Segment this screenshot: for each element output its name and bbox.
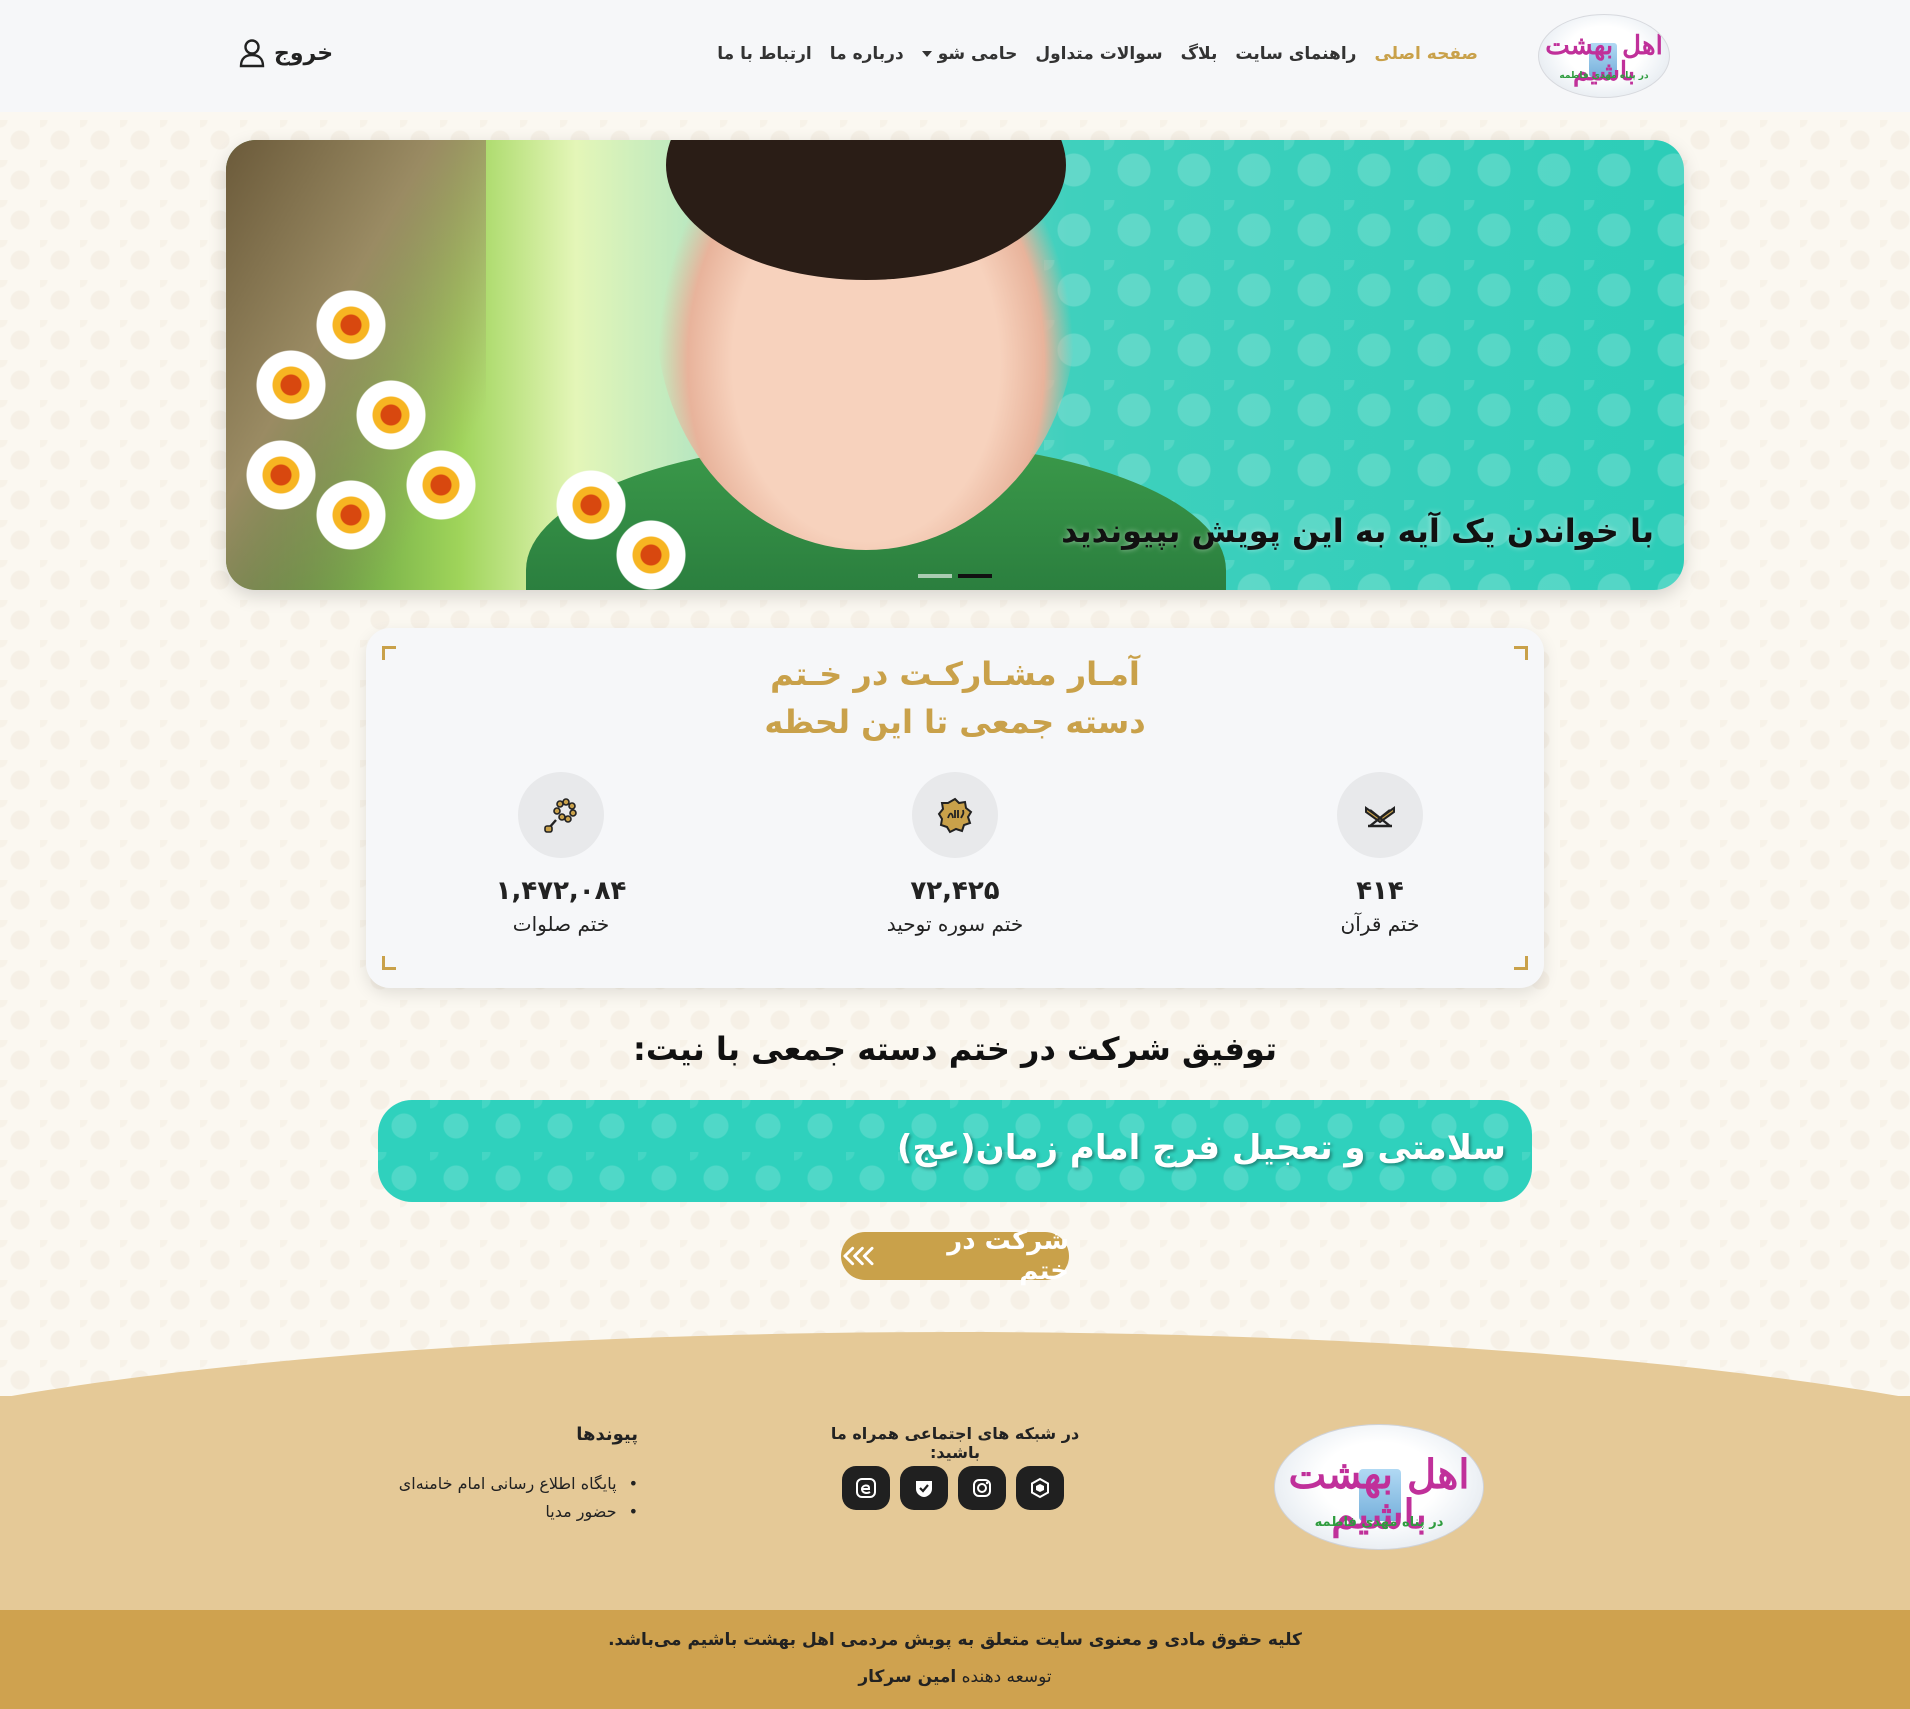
nav-item-contact[interactable]: ارتباط با ما — [717, 44, 812, 64]
logo-subtext: در پناه مهدی فاطمه — [1559, 71, 1649, 81]
logout-label: خروج — [274, 40, 334, 66]
prayer-beads-icon — [544, 798, 577, 833]
nav-item-guide[interactable]: راهنمای سایت — [1235, 44, 1356, 64]
bale-icon — [916, 1481, 932, 1497]
intent-banner: سلامتی و تعجیل فرج امام زمان(عج) — [378, 1100, 1532, 1202]
stat-icon-circle — [518, 772, 604, 858]
instagram-link[interactable] — [958, 1466, 1006, 1510]
narcissus-flower — [246, 440, 316, 510]
instagram-icon — [973, 1479, 991, 1497]
stats-card: آمـار مشـارکـت در خـتم دسته جمعی تا این … — [366, 628, 1544, 988]
slide-indicator-1[interactable] — [958, 574, 992, 578]
corner-decoration — [1514, 956, 1528, 970]
hero-caption: با خواندن یک آیه به این پویش بپیوندید — [1061, 512, 1654, 550]
join-khatm-button[interactable]: شرکت در ختم — [841, 1226, 1069, 1286]
social-title: در شبکه های اجتماعی همراه ما باشید: — [830, 1424, 1080, 1462]
stats-title-line1: آمـار مشـارکـت در خـتم — [770, 655, 1140, 693]
nav-item-about[interactable]: درباره ما — [830, 44, 904, 64]
intent-heading: توفیق شرکت در ختم دسته جمعی با نیت: — [633, 1030, 1277, 1068]
narcissus-flower — [316, 290, 386, 360]
stat-value: ۴۱۴ — [1356, 876, 1404, 906]
slide-indicator-2[interactable] — [918, 574, 952, 578]
site-logo[interactable]: اهل بهشت باشیم در پناه مهدی فاطمه — [1538, 14, 1670, 98]
user-icon — [239, 39, 265, 68]
stats-title-line2: دسته جمعی تا این لحظه — [764, 703, 1146, 741]
stat-icon-circle — [912, 772, 998, 858]
eitaa-link[interactable] — [842, 1466, 890, 1510]
developer-prefix: توسعه دهنده — [961, 1667, 1052, 1687]
stat-tawhid: ۷۲,۴۲۵ ختم سوره توحید — [855, 772, 1055, 936]
nav-item-sponsor-label: حامی شو — [937, 44, 1018, 64]
chevron-down-icon — [921, 51, 932, 57]
footer-logo[interactable]: اهل بهشت باشیم در پناه مهدی فاطمه — [1274, 1424, 1484, 1550]
narcissus-flower — [556, 470, 626, 540]
narcissus-flower — [316, 480, 386, 550]
nav-item-blog[interactable]: بلاگ — [1181, 44, 1218, 64]
footer-link-khamenei[interactable]: پایگاه اطلاع رسانی امام خامنه‌ای — [370, 1470, 638, 1498]
footer-links: پایگاه اطلاع رسانی امام خامنه‌ای حضور مد… — [370, 1470, 638, 1526]
copyright-text: کلیه حقوق مادی و معنوی سایت متعلق به پوی… — [608, 1630, 1302, 1650]
quran-icon — [1365, 806, 1395, 828]
eitaa-icon — [856, 1478, 876, 1498]
narcissus-flower — [256, 350, 326, 420]
nav-item-sponsor[interactable]: حامی شو — [921, 44, 1018, 64]
logout-button[interactable]: خروج — [238, 38, 333, 68]
stats-title: آمـار مشـارکـت در خـتم دسته جمعی تا این … — [366, 650, 1544, 746]
allah-seal-icon — [937, 797, 973, 834]
main-menu: صفحه اصلی راهنمای سایت بلاگ سوالات متداو… — [717, 44, 1478, 64]
stat-salawat: ۱,۴۷۲,۰۸۴ ختم صلوات — [461, 772, 661, 936]
nav-item-faq[interactable]: سوالات متداول — [1035, 44, 1162, 64]
stat-value: ۷۲,۴۲۵ — [910, 876, 1000, 906]
copyright-bar — [0, 1610, 1910, 1709]
chevrons-left-icon — [843, 1246, 874, 1266]
hero-slider[interactable]: با خواندن یک آیه به این پویش بپیوندید — [226, 140, 1684, 590]
stat-label: ختم صلوات — [512, 912, 610, 936]
narcissus-flower — [616, 520, 686, 590]
rubika-icon — [1031, 1477, 1049, 1499]
corner-decoration — [382, 956, 396, 970]
slider-indicators — [918, 574, 992, 578]
developer-name[interactable]: امین سرکار — [858, 1667, 956, 1687]
links-title: پیوندها — [576, 1424, 638, 1445]
narcissus-flower — [406, 450, 476, 520]
navbar: اهل بهشت باشیم در پناه مهدی فاطمه صفحه ا… — [0, 0, 1910, 112]
narcissus-flower — [356, 380, 426, 450]
footer-link-hozoor-media[interactable]: حضور مدیا — [370, 1498, 638, 1526]
nav-item-home[interactable]: صفحه اصلی — [1374, 44, 1478, 64]
intent-text: سلامتی و تعجیل فرج امام زمان(عج) — [896, 1128, 1506, 1168]
join-khatm-label: شرکت در ختم — [947, 1226, 1069, 1286]
stat-label: ختم سوره توحید — [886, 912, 1024, 936]
developer-credit: توسعه دهنده امین سرکار — [0, 1667, 1910, 1687]
social-links — [842, 1466, 1064, 1510]
bale-link[interactable] — [900, 1466, 948, 1510]
stat-icon-circle — [1337, 772, 1423, 858]
rubika-link[interactable] — [1016, 1466, 1064, 1510]
stat-label: ختم قرآن — [1340, 912, 1420, 936]
stat-quran: ۴۱۴ ختم قرآن — [1280, 772, 1480, 936]
footer-logo-subtext: در پناه مهدی فاطمه — [1314, 1515, 1444, 1530]
stat-value: ۱,۴۷۲,۰۸۴ — [495, 876, 627, 906]
